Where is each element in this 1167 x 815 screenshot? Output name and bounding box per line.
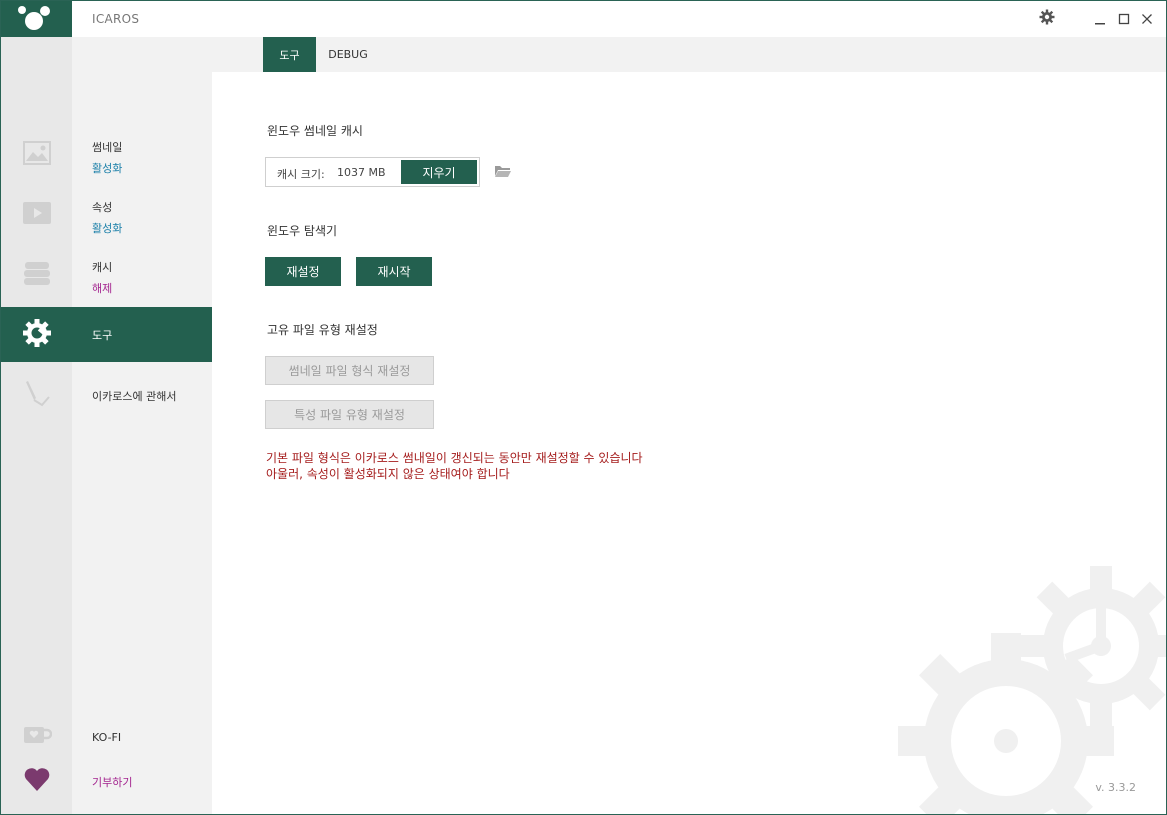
reset-thumbnail-file-types-button[interactable]: 썸네일 파일 형식 재설정 — [265, 356, 434, 385]
maximize-button[interactable] — [1115, 10, 1133, 28]
properties-status-link[interactable]: 활성화 — [92, 220, 212, 236]
close-button[interactable] — [1138, 10, 1156, 28]
coffee-cup-icon — [22, 724, 52, 750]
nav-label-donate: 기부하기 — [92, 776, 133, 789]
cache-rail-button[interactable] — [1, 247, 72, 302]
nav-label-cache: 캐시 — [92, 261, 113, 274]
open-cache-folder-button[interactable] — [494, 163, 512, 179]
title-area: ICAROS — [72, 1, 212, 37]
image-icon — [22, 140, 51, 169]
decorative-gears — [896, 561, 1166, 814]
nav-label-about: 이카로스에 관해서 — [92, 390, 177, 403]
app-window: ICAROS 썸네일 활성화 속성 활성화 캐시 해제 도구 이카로스에 관해서… — [0, 0, 1167, 815]
version-label: v. 3.3.2 — [1095, 781, 1136, 794]
nav-label-properties: 속성 — [92, 201, 113, 214]
nav-item-kofi[interactable]: KO-FI — [72, 731, 212, 744]
nav-item-tools[interactable]: 도구 — [72, 307, 212, 362]
explorer-title: 윈도우 탐색기 — [267, 224, 338, 238]
warning-text-line1: 기본 파일 형식은 이카로스 썸내일이 갱신되는 동안만 재설정할 수 있습니다 — [266, 451, 643, 465]
folder-icon — [494, 164, 512, 183]
tab-debug[interactable]: DEBUG — [316, 37, 380, 72]
reset-property-file-types-button[interactable]: 특성 파일 유형 재설정 — [265, 400, 434, 429]
feather-pen-icon — [22, 378, 52, 412]
cache-size-panel: 캐시 크기: 1037 MB 지우기 — [265, 157, 480, 187]
nav-item-donate[interactable]: 기부하기 — [72, 774, 212, 790]
icon-rail — [1, 1, 72, 814]
stack-icon — [23, 260, 51, 290]
cache-status-link[interactable]: 해제 — [92, 280, 212, 296]
title-bar — [212, 1, 1166, 37]
close-icon — [1141, 10, 1153, 29]
nav-label-kofi: KO-FI — [92, 731, 122, 744]
tab-bar: 도구 DEBUG — [212, 37, 1166, 72]
minimize-button[interactable] — [1091, 10, 1109, 28]
heart-icon — [23, 766, 51, 796]
wrench-gear-icon — [22, 318, 52, 352]
nav-item-cache[interactable]: 캐시 해제 — [72, 259, 212, 296]
tools-rail-button[interactable] — [1, 307, 72, 362]
about-rail-button[interactable] — [1, 367, 72, 422]
explorer-reset-button[interactable]: 재설정 — [265, 257, 341, 286]
nav-labels: ICAROS 썸네일 활성화 속성 활성화 캐시 해제 도구 이카로스에 관해서… — [72, 1, 212, 814]
warning-text-line2: 아울러, 속성이 활성화되지 않은 상태여야 합니다 — [266, 467, 510, 481]
explorer-restart-button[interactable]: 재시작 — [356, 257, 432, 286]
file-types-title: 고유 파일 유형 재설정 — [267, 323, 378, 337]
tab-tools[interactable]: 도구 — [263, 37, 316, 72]
thumbnails-rail-button[interactable] — [1, 127, 72, 182]
app-logo — [1, 1, 72, 37]
nav-item-about[interactable]: 이카로스에 관해서 — [72, 388, 212, 404]
donate-rail-button[interactable] — [1, 753, 72, 808]
nav-label-thumbnails: 썸네일 — [92, 141, 123, 154]
maximize-icon — [1118, 10, 1130, 29]
play-icon — [22, 201, 51, 228]
thumbnail-cache-title: 윈도우 썸네일 캐시 — [267, 124, 363, 138]
gear-icon — [1039, 9, 1055, 29]
clear-cache-button[interactable]: 지우기 — [401, 160, 477, 184]
cache-size-value: 1037 MB — [337, 166, 386, 179]
nav-label-tools: 도구 — [92, 328, 113, 342]
properties-rail-button[interactable] — [1, 187, 72, 242]
minimize-icon — [1094, 10, 1106, 29]
thumbnails-status-link[interactable]: 활성화 — [92, 160, 212, 176]
nav-item-thumbnails[interactable]: 썸네일 활성화 — [72, 139, 212, 176]
cache-size-label: 캐시 크기: — [277, 168, 325, 181]
settings-button[interactable] — [1038, 9, 1056, 29]
nav-item-properties[interactable]: 속성 활성화 — [72, 199, 212, 236]
app-title: ICAROS — [92, 12, 140, 26]
